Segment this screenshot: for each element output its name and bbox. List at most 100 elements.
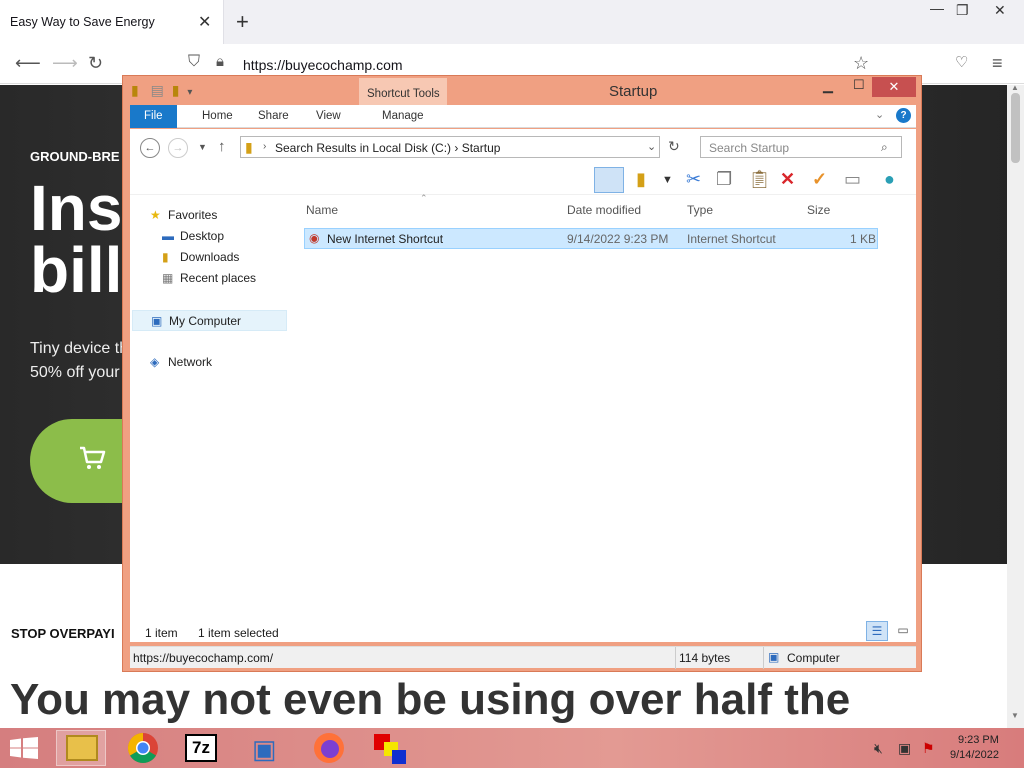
big-heading: You may not even be using over half the	[10, 675, 851, 724]
scroll-thumb[interactable]	[1011, 93, 1020, 163]
back-icon[interactable]: ⟵	[15, 53, 41, 74]
selected-size: 114 bytes	[679, 651, 731, 665]
7zip-icon[interactable]: 7z	[176, 730, 226, 766]
file-explorer-icon[interactable]	[56, 730, 106, 766]
explorer-window: ▮ ▤ ▮ ▾ Shortcut Tools Startup ▁ ☐ ✕ Fil…	[122, 75, 922, 672]
large-icons-view-icon[interactable]: ▭	[892, 621, 914, 641]
ribbon-expand-icon[interactable]: ⌄	[875, 108, 884, 121]
maximize-icon[interactable]: ☐	[853, 77, 865, 93]
browser-tab-bar: Easy Way to Save Energy ✕ + — ❐ ✕	[0, 0, 1024, 44]
nav-desktop[interactable]: ▬ Desktop	[162, 226, 224, 247]
search-input[interactable]: Search Startup ⌕	[700, 136, 902, 158]
nav-label: Recent places	[180, 271, 257, 285]
volume-muted-icon[interactable]: 🔇︎	[874, 740, 883, 757]
file-name: New Internet Shortcut	[327, 232, 444, 246]
cart-icon	[80, 446, 106, 469]
up-icon[interactable]: ↑	[218, 138, 226, 155]
properties-icon[interactable]: ▤	[151, 82, 164, 98]
computer-icon: ▣	[252, 734, 277, 764]
nav-downloads[interactable]: ▮ Downloads	[162, 247, 239, 268]
table-row[interactable]: ◉ New Internet Shortcut 9/14/2022 9:23 P…	[304, 228, 878, 249]
recent-locations-icon[interactable]: ▼	[198, 142, 207, 152]
tab-title: Easy Way to Save Energy	[10, 15, 155, 29]
cut-icon[interactable]: ✂	[686, 169, 701, 190]
start-button[interactable]	[10, 737, 38, 759]
quick-access-toolbar[interactable]: ▮ ▤ ▮ ▾	[131, 82, 192, 99]
search-placeholder: Search Startup	[709, 141, 790, 155]
column-header-type[interactable]: Type	[687, 203, 713, 217]
restore-icon[interactable]: ❐	[956, 2, 969, 19]
forward-icon[interactable]: →	[168, 138, 188, 158]
paint-icon[interactable]	[364, 730, 414, 766]
tab-home[interactable]: Home	[188, 105, 247, 128]
delete-icon[interactable]: ✕	[780, 169, 795, 190]
nav-recent-places[interactable]: ▦ Recent places	[162, 268, 256, 289]
column-header-date[interactable]: Date modified	[567, 203, 641, 217]
scroll-down-icon[interactable]: ▼	[1011, 711, 1019, 720]
new-tab-button[interactable]: +	[236, 9, 249, 35]
address-dropdown-icon[interactable]: ⌄	[647, 140, 656, 153]
url-field[interactable]: https://buyecochamp.com	[243, 57, 403, 73]
address-field[interactable]: ▮ › Search Results in Local Disk (C:) › …	[240, 136, 660, 158]
pocket-icon[interactable]: ♡	[955, 53, 968, 71]
close-icon[interactable]: ✕	[994, 2, 1006, 19]
folder-icon: ▮	[131, 82, 139, 98]
new-folder-icon[interactable]: ▮	[172, 82, 180, 98]
status-selected-count: 1 item selected	[198, 626, 279, 640]
chrome-icon[interactable]	[118, 730, 168, 766]
qat-dropdown-icon[interactable]: ▾	[187, 87, 192, 98]
preview-pane-icon[interactable]	[594, 167, 624, 193]
scroll-up-icon[interactable]: ▲	[1011, 83, 1019, 92]
blue-square	[392, 750, 406, 764]
refresh-icon[interactable]: ↻	[668, 138, 680, 155]
nav-my-computer[interactable]: ▣ My Computer	[132, 310, 287, 331]
lock-icon[interactable]: 🔒︎	[216, 53, 224, 70]
nav-network[interactable]: ◈ Network	[150, 352, 212, 373]
tab-close-icon[interactable]: ✕	[198, 12, 211, 32]
back-icon[interactable]: ←	[140, 138, 160, 158]
paste-icon[interactable]: 📋︎	[748, 169, 771, 190]
tab-share[interactable]: Share	[244, 105, 303, 128]
star-icon[interactable]: ☆	[853, 53, 869, 74]
firefox-logo	[314, 733, 344, 763]
clock-date: 9/14/2022	[950, 749, 999, 761]
file-list: ⌃ Name Date modified Type Size ◉ New Int…	[294, 193, 916, 642]
minimize-icon[interactable]: ▁	[823, 78, 833, 94]
folder-icon	[66, 735, 98, 761]
column-header-size[interactable]: Size	[807, 203, 830, 217]
tab-file[interactable]: File	[130, 105, 177, 128]
browser-tab[interactable]: Easy Way to Save Energy ✕	[0, 0, 224, 44]
firefox-icon[interactable]	[304, 730, 354, 766]
clock[interactable]: 9:23 PM 9/14/2022	[950, 733, 999, 763]
new-item-icon[interactable]: ▭	[844, 169, 861, 190]
shield-icon[interactable]: ⛉	[188, 53, 200, 71]
network-tool-icon[interactable]: ▣	[240, 730, 290, 766]
action-center-icon[interactable]: ⚑	[922, 740, 935, 757]
properties-dropdown-icon[interactable]: ▼	[662, 174, 673, 186]
rename-icon[interactable]: ✓	[812, 169, 827, 190]
nav-label: Network	[168, 355, 213, 369]
network-status-icon[interactable]: ▣	[898, 740, 911, 757]
star-icon: ★	[150, 208, 161, 222]
tab-manage[interactable]: Manage	[368, 105, 438, 128]
status-bar: 1 item 1 item selected ☰ ▭	[130, 620, 916, 642]
downloads-icon: ▮	[162, 250, 169, 264]
properties-icon[interactable]: ▮	[636, 169, 646, 190]
copy-icon[interactable]: ❐	[716, 169, 732, 190]
globe-icon[interactable]: ●	[884, 169, 895, 190]
forward-icon[interactable]: ⟶	[52, 53, 78, 74]
details-view-icon[interactable]: ☰	[866, 621, 888, 641]
sort-ascending-icon: ⌃	[420, 193, 428, 203]
search-icon: ⌕	[881, 140, 888, 154]
close-icon[interactable]: ✕	[872, 77, 916, 97]
tab-view[interactable]: View	[302, 105, 355, 128]
nav-label: Desktop	[180, 229, 225, 243]
minimize-icon[interactable]: —	[930, 0, 944, 16]
nav-favorites[interactable]: ★ Favorites	[150, 205, 217, 226]
divider	[675, 647, 676, 669]
menu-icon[interactable]: ≡	[992, 53, 1003, 74]
page-scrollbar[interactable]: ▲ ▼	[1007, 83, 1024, 729]
column-header-name[interactable]: Name	[306, 203, 338, 217]
reload-icon[interactable]: ↻	[88, 53, 103, 74]
help-icon[interactable]: ?	[896, 108, 911, 123]
